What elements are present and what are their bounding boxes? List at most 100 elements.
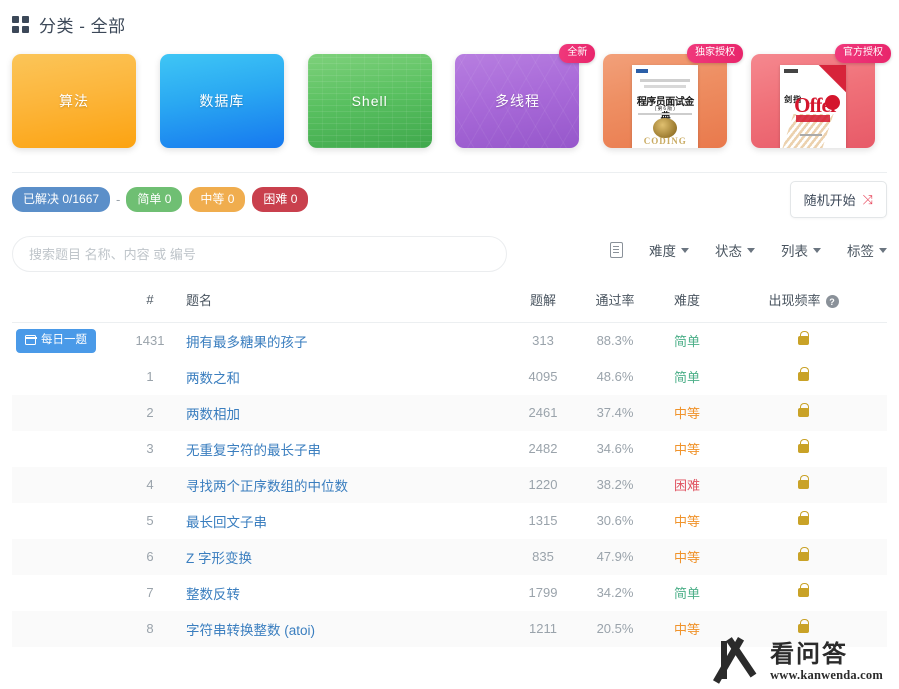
stats-bar: 已解决 0/1667 - 简单 0 中等 0 困难 0 随机开始 ⤨ — [0, 173, 899, 218]
category-card-multithreading[interactable]: 全新 多线程 — [455, 44, 603, 148]
category-card-shell[interactable]: Shell — [307, 44, 456, 148]
problem-link[interactable]: 字符串转换整数 (atoi) — [186, 623, 315, 638]
problem-link[interactable]: 拥有最多糖果的孩子 — [186, 335, 308, 350]
problem-link[interactable]: 最长回文子串 — [186, 515, 267, 530]
cell-name: 无重复字符的最长子串 — [180, 431, 510, 467]
lock-icon — [798, 511, 809, 525]
chevron-down-icon — [879, 247, 887, 253]
col-frequency-label: 出现频率 — [768, 293, 821, 308]
card-badge-exclusive: 独家授权 — [687, 44, 744, 63]
filter-tags[interactable]: 标签 — [847, 240, 887, 260]
calendar-icon — [24, 335, 37, 346]
cell-frequency — [720, 503, 887, 539]
status-badge-medium[interactable]: 中等 0 — [189, 187, 246, 212]
cell-name: 两数之和 — [180, 359, 510, 395]
cell-number: 8 — [146, 621, 154, 636]
col-difficulty[interactable]: 难度 — [654, 290, 720, 323]
lock-icon — [798, 439, 809, 453]
problem-link[interactable]: 两数之和 — [186, 371, 240, 386]
table-row[interactable]: 2 两数相加 2461 37.4% 中等 — [12, 394, 887, 431]
filter-list[interactable]: 列表 — [781, 240, 821, 260]
book-publisher-mark — [784, 69, 799, 73]
cell-solutions: 1220 — [528, 477, 558, 492]
table-row[interactable]: 7 整数反转 1799 34.2% 简单 — [12, 575, 887, 611]
status-badge-hard[interactable]: 困难 0 — [252, 187, 309, 212]
cell-rate: 47.9% — [596, 549, 634, 564]
table-row[interactable]: 3 无重复字符的最长子串 2482 34.6% 中等 — [12, 431, 887, 467]
random-start-label: 随机开始 — [803, 193, 856, 208]
clock-illustration — [653, 118, 678, 138]
col-name: 题名 — [180, 290, 510, 323]
table-row[interactable]: 1 两数之和 4095 48.6% 简单 — [12, 359, 887, 395]
card-surface-shell: Shell — [307, 54, 432, 148]
category-card-book-offer[interactable]: 官方授权 剑指 Offer — [751, 44, 899, 148]
table-row[interactable]: 4 寻找两个正序数组的中位数 1220 38.2% 困难 — [12, 466, 887, 503]
cell-tag — [12, 395, 120, 431]
table-row[interactable]: 每日一题 1431 拥有最多糖果的孩子 313 88.3% 简单 — [12, 323, 887, 359]
lock-icon — [798, 547, 809, 561]
problem-link[interactable]: Z 字形变换 — [186, 551, 252, 566]
problem-link[interactable]: 整数反转 — [186, 587, 240, 602]
grid-icon — [12, 16, 29, 33]
cell-number: 3 — [146, 441, 154, 456]
col-frequency[interactable]: 出现频率? — [720, 290, 887, 323]
cell-rate: 37.4% — [596, 405, 634, 420]
problem-link[interactable]: 寻找两个正序数组的中位数 — [186, 479, 348, 494]
category-card-book-interview[interactable]: 独家授权 程序员面试金典 (第6版) CODING — [603, 44, 751, 148]
lock-icon — [798, 331, 809, 346]
lock-icon — [798, 367, 809, 381]
col-rate[interactable]: 通过率 — [576, 290, 654, 323]
cell-tag: 每日一题 — [12, 323, 120, 359]
cell-name: Z 字形变换 — [180, 539, 510, 575]
list-view-icon[interactable] — [610, 242, 623, 258]
cell-rate: 88.3% — [596, 333, 634, 349]
category-card-algorithm[interactable]: 算法 — [12, 44, 160, 148]
table-body: 每日一题 1431 拥有最多糖果的孩子 313 88.3% 简单 1 两数之和 … — [12, 323, 887, 647]
cell-frequency — [720, 467, 887, 503]
col-number: # — [120, 290, 180, 323]
problem-link[interactable]: 无重复字符的最长子串 — [186, 443, 321, 458]
help-icon[interactable]: ? — [825, 295, 839, 309]
cell-solutions: 313 — [532, 333, 554, 349]
daily-problem-label: 每日一题 — [41, 333, 87, 346]
status-badge-solved[interactable]: 已解决 0/1667 — [12, 187, 111, 212]
filter-status-label: 状态 — [715, 244, 742, 259]
card-label: Shell — [351, 93, 388, 109]
card-surface-book2: 剑指 Offer — [751, 54, 876, 148]
watermark-url: www.kanwenda.com — [770, 668, 883, 682]
card-label: 数据库 — [199, 93, 245, 109]
category-card-list: 算法 数据库 Shell 全新 多线程 独家授权 程序员面试金 (第6版) CO… — [0, 36, 899, 148]
filter-difficulty[interactable]: 难度 — [649, 240, 689, 260]
cell-tag — [12, 503, 120, 539]
cell-number: 5 — [146, 513, 154, 528]
book-footer-text: CODING — [643, 136, 687, 146]
cell-difficulty: 简单 — [673, 586, 700, 601]
filter-difficulty-label: 难度 — [649, 244, 676, 259]
cell-name: 两数相加 — [180, 395, 510, 431]
watermark-text: 看问答 www.kanwenda.com — [770, 642, 883, 683]
status-badge-easy[interactable]: 简单 0 — [126, 187, 183, 212]
table-row[interactable]: 5 最长回文子串 1315 30.6% 中等 — [12, 503, 887, 539]
problem-link[interactable]: 两数相加 — [186, 407, 240, 422]
daily-problem-badge[interactable]: 每日一题 — [16, 328, 96, 353]
watermark-logo-icon — [713, 637, 764, 684]
cell-tag — [12, 431, 120, 467]
book-edition: (第6版) — [654, 106, 676, 112]
chevron-down-icon — [681, 247, 689, 253]
cell-frequency — [720, 539, 887, 575]
category-card-database[interactable]: 数据库 — [159, 44, 308, 148]
table-head: # 题名 题解 通过率 难度 出现频率? — [12, 290, 887, 323]
card-surface-database: 数据库 — [159, 54, 284, 148]
cell-solutions: 1799 — [528, 585, 558, 600]
cell-difficulty: 中等 — [673, 442, 700, 457]
book-line — [644, 85, 687, 88]
cell-difficulty: 中等 — [673, 550, 700, 565]
stats-separator: - — [116, 192, 121, 207]
cell-rate: 34.2% — [596, 585, 634, 600]
search-input[interactable] — [12, 236, 507, 272]
filter-status[interactable]: 状态 — [715, 240, 755, 260]
book-line — [640, 79, 691, 82]
cell-frequency — [720, 431, 887, 467]
table-row[interactable]: 6 Z 字形变换 835 47.9% 中等 — [12, 538, 887, 575]
cell-tag — [12, 611, 120, 647]
